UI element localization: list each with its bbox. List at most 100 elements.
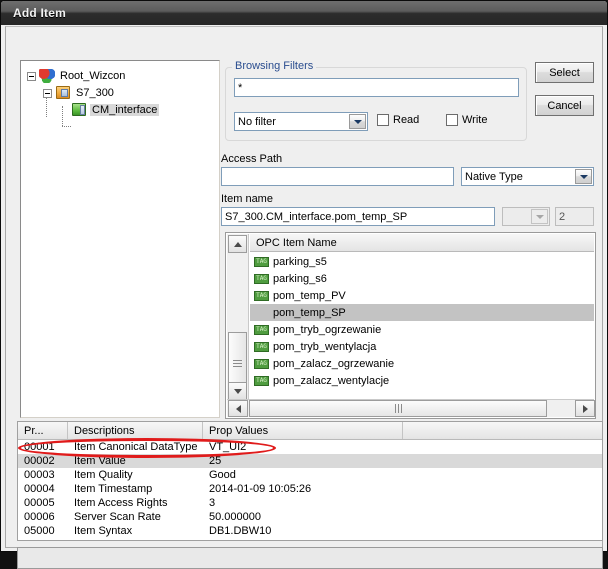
- checkbox-box[interactable]: [377, 114, 389, 126]
- add-item-dialog: Add Item Root_Wizcon S7_300 CM_interface…: [0, 0, 608, 569]
- cell-description: Item Access Rights: [74, 497, 168, 509]
- column-header-descriptions[interactable]: Descriptions: [68, 422, 203, 439]
- chevron-down-icon[interactable]: [575, 169, 592, 184]
- opc-list-item-selected[interactable]: TAG pom_temp_SP: [250, 304, 594, 321]
- tree-node-s7-300[interactable]: S7_300: [43, 85, 116, 101]
- opc-list-item[interactable]: TAG pom_temp_PV: [250, 287, 594, 304]
- item-name-aux-select: [502, 207, 550, 226]
- column-header-prop-id[interactable]: Pr...: [18, 422, 68, 439]
- opc-list-item[interactable]: TAG pom_tryb_ogrzewanie: [250, 321, 594, 338]
- cell-prop-id: 00004: [24, 483, 55, 495]
- table-row-selected[interactable]: 00002 Item Value 25: [18, 454, 602, 468]
- opc-list-item[interactable]: TAG pom_zalacz_ogrzewanie: [250, 355, 594, 372]
- table-row[interactable]: 00001 Item Canonical DataType VT_UI2: [18, 440, 602, 454]
- cell-description: Item Quality: [74, 469, 133, 481]
- collapse-icon[interactable]: [43, 88, 52, 98]
- item-count-input: 2: [555, 207, 594, 226]
- access-path-input[interactable]: [221, 167, 454, 186]
- opc-list-item-label: pom_zalacz_wentylacje: [273, 374, 390, 387]
- table-row[interactable]: 00005 Item Access Rights 3: [18, 496, 602, 510]
- access-path-label: Access Path: [221, 153, 283, 165]
- cell-prop-id: 00006: [24, 511, 55, 523]
- browse-tree[interactable]: Root_Wizcon S7_300 CM_interface: [20, 60, 220, 418]
- read-label: Read: [393, 114, 420, 126]
- opc-list-item-label: pom_tryb_wentylacja: [273, 340, 377, 353]
- opc-list-item[interactable]: TAG pom_tryb_wentylacja: [250, 338, 594, 355]
- tree-node-root-wizcon[interactable]: Root_Wizcon: [27, 68, 127, 84]
- opc-item-name-column-header[interactable]: OPC Item Name: [250, 234, 594, 252]
- cell-prop-id: 00005: [24, 497, 55, 509]
- filter-type-select[interactable]: No filter: [234, 112, 368, 131]
- item-name-label: Item name: [221, 193, 273, 205]
- horizontal-scrollbar-thumb[interactable]: [249, 400, 547, 417]
- checkbox-box[interactable]: [446, 114, 458, 126]
- properties-table[interactable]: Pr... Descriptions Prop Values 00001 Ite…: [17, 421, 603, 541]
- status-bar: [17, 547, 603, 569]
- chevron-down-icon[interactable]: [349, 114, 366, 129]
- cell-value: DB1.DBW10: [209, 525, 272, 537]
- opc-list-item-label: pom_temp_SP: [273, 306, 346, 319]
- select-button-label: Select: [549, 66, 580, 79]
- chevron-down-icon: [531, 209, 548, 224]
- dialog-client-area: Root_Wizcon S7_300 CM_interface Browsing…: [5, 26, 603, 569]
- item-name-value: S7_300.CM_interface.pom_temp_SP: [225, 210, 408, 223]
- native-type-value: Native Type: [465, 170, 523, 183]
- cell-description: Item Canonical DataType: [74, 441, 198, 453]
- opc-list-item-label: parking_s6: [273, 272, 327, 285]
- native-type-select[interactable]: Native Type: [461, 167, 594, 186]
- read-checkbox[interactable]: Read: [377, 114, 419, 126]
- column-header-prop-values[interactable]: Prop Values: [203, 422, 403, 439]
- leaf-node-icon: [71, 103, 87, 117]
- cell-prop-id: 00001: [24, 441, 55, 453]
- cell-prop-id: 00003: [24, 469, 55, 481]
- cell-value: 25: [209, 455, 222, 467]
- cancel-button-label: Cancel: [547, 99, 582, 112]
- collapse-icon[interactable]: [27, 71, 36, 81]
- tree-connector-line: [62, 126, 71, 127]
- item-name-input[interactable]: S7_300.CM_interface.pom_temp_SP: [221, 207, 495, 226]
- write-checkbox[interactable]: Write: [446, 114, 487, 126]
- filter-text-input[interactable]: *: [234, 78, 519, 97]
- opc-list-vertical-scrollbar[interactable]: [227, 234, 249, 400]
- tree-connector-line: [62, 106, 63, 126]
- scroll-right-icon[interactable]: [575, 400, 595, 417]
- select-button[interactable]: Select: [535, 62, 594, 83]
- table-row[interactable]: 05000 Item Syntax DB1.DBW10: [18, 524, 602, 538]
- cell-prop-id: 00002: [24, 455, 55, 467]
- item-count-value: 2: [559, 210, 566, 223]
- table-row[interactable]: 00006 Server Scan Rate 50.000000: [18, 510, 602, 524]
- opc-list-item-label: pom_temp_PV: [273, 289, 346, 302]
- opc-list-item[interactable]: TAG parking_s6: [250, 270, 594, 287]
- tag-icon: TAG: [254, 358, 269, 369]
- globe-icon: [39, 69, 55, 83]
- cell-description: Item Timestamp: [74, 483, 153, 495]
- tree-node-label: Root_Wizcon: [60, 70, 126, 82]
- opc-item-list[interactable]: TAG parking_s5 TAG parking_s6 TAG pom_te…: [250, 253, 594, 399]
- opc-list-item-label: parking_s5: [273, 255, 327, 268]
- scroll-left-icon[interactable]: [228, 400, 248, 417]
- tree-node-cm-interface[interactable]: CM_interface: [71, 102, 160, 118]
- table-row[interactable]: 00003 Item Quality Good: [18, 468, 602, 482]
- title-bar: Add Item: [1, 1, 607, 25]
- cell-value: VT_UI2: [209, 441, 247, 453]
- tag-icon: TAG: [254, 375, 269, 386]
- table-row[interactable]: 00004 Item Timestamp 2014-01-09 10:05:26: [18, 482, 602, 496]
- cancel-button[interactable]: Cancel: [535, 95, 594, 116]
- tree-node-label: CM_interface: [90, 104, 160, 116]
- column-header-filler: [403, 422, 602, 439]
- opc-list-item[interactable]: TAG pom_zalacz_wentylacje: [250, 372, 594, 389]
- tag-icon: TAG: [254, 273, 269, 284]
- tree-node-label: S7_300: [76, 87, 114, 99]
- cell-value: 50.000000: [209, 511, 261, 523]
- scroll-down-icon[interactable]: [228, 382, 247, 400]
- cell-description: Server Scan Rate: [74, 511, 161, 523]
- scroll-up-icon[interactable]: [228, 235, 247, 253]
- opc-list-horizontal-scrollbar[interactable]: [227, 399, 595, 417]
- opc-list-item-label: pom_tryb_ogrzewanie: [273, 323, 382, 336]
- properties-table-header: Pr... Descriptions Prop Values: [18, 422, 602, 440]
- cell-description: Item Syntax: [74, 525, 133, 537]
- opc-list-item[interactable]: TAG parking_s5: [250, 253, 594, 270]
- tag-icon: TAG: [254, 290, 269, 301]
- window-title: Add Item: [13, 6, 66, 20]
- write-label: Write: [462, 114, 488, 126]
